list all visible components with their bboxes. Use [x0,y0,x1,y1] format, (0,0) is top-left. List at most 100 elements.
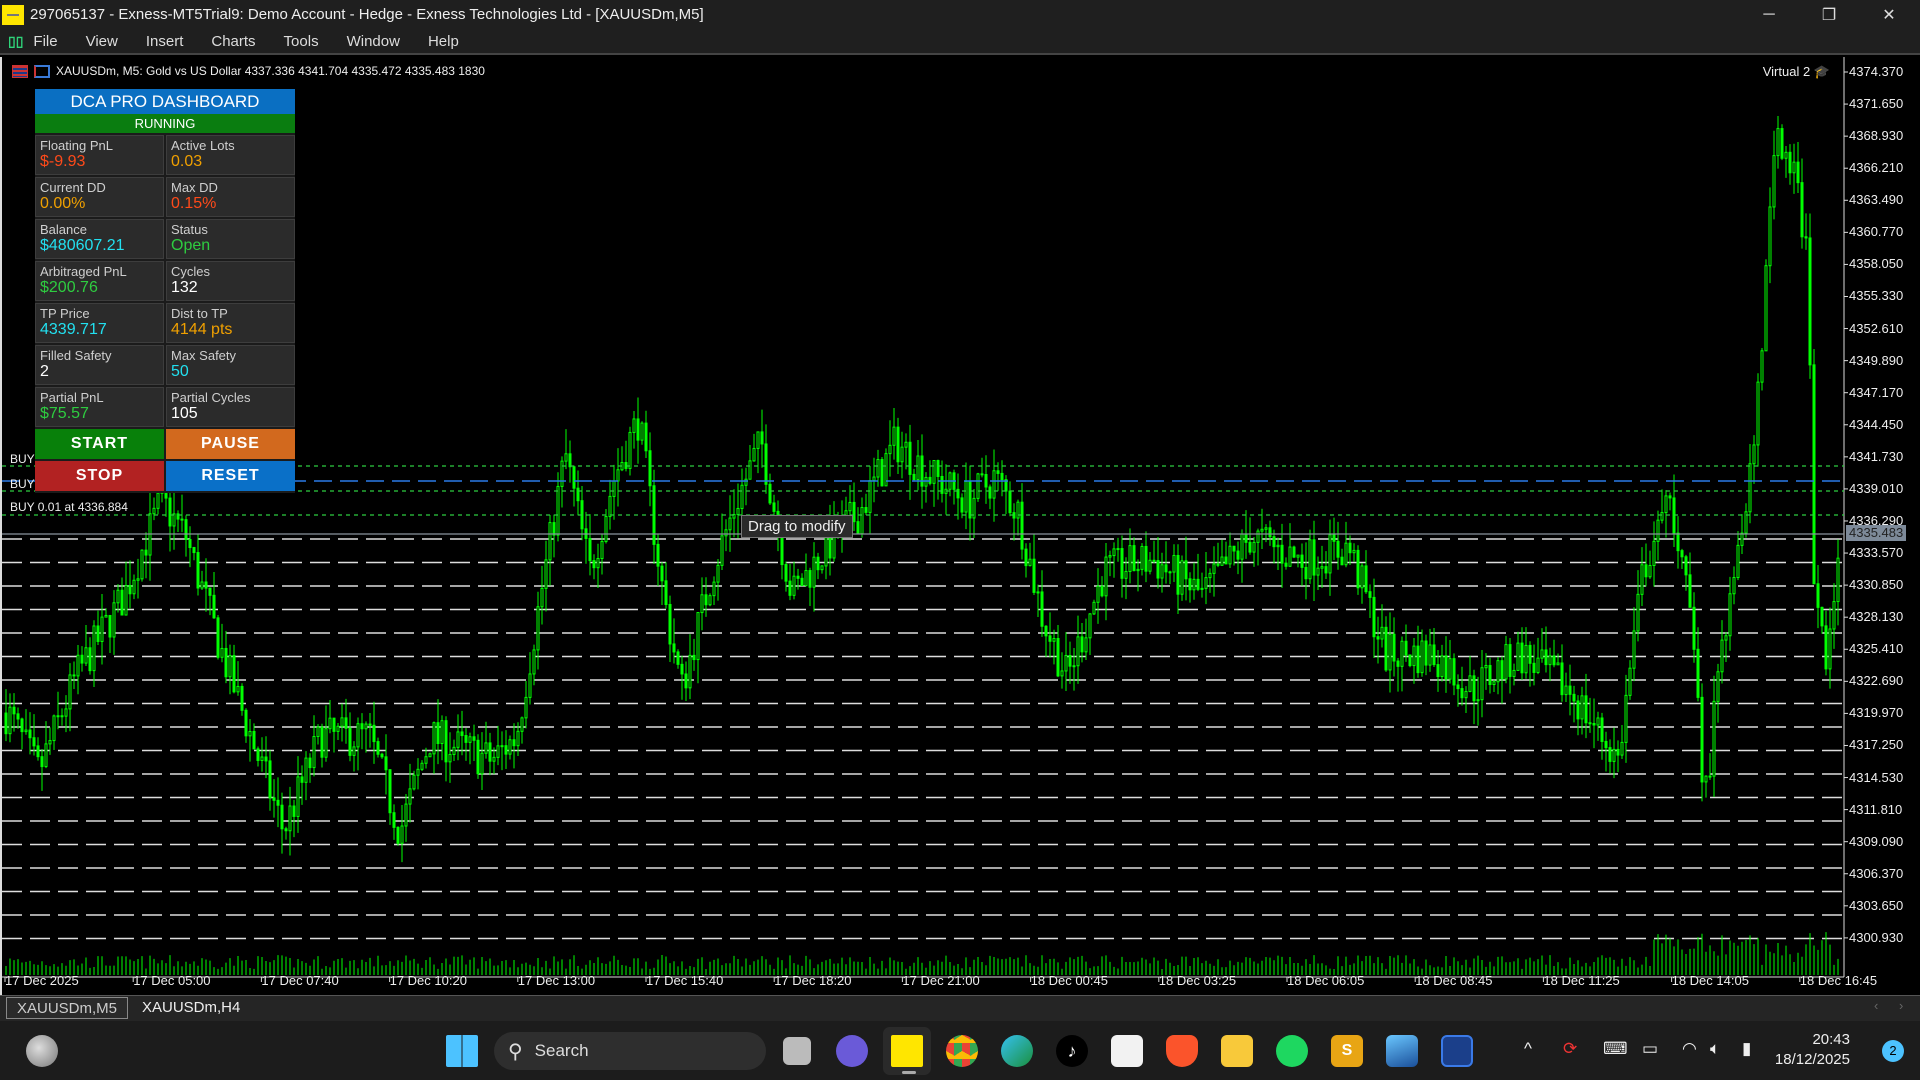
tab-xauusdm-h4[interactable]: XAUUSDm,H4 [132,997,250,1019]
candle-body [304,757,308,783]
chrome-icon[interactable] [946,1035,978,1067]
candle-body [1224,556,1228,565]
candle-body [40,756,44,768]
scroll-left-icon[interactable]: ‹ [1874,998,1878,1013]
candle-body [1808,237,1812,366]
candle-body [488,742,492,762]
candle-body [1676,532,1680,552]
candle-body [1528,644,1532,664]
file-explorer-icon[interactable] [1221,1035,1253,1067]
candle-body [1232,545,1236,552]
candle-body [1644,564,1648,578]
candle-body [1108,555,1112,558]
candle-body [768,483,772,504]
wifi-icon[interactable]: ◠ [1682,1039,1697,1059]
meet-icon[interactable] [836,1035,868,1067]
candle-body [684,673,688,689]
cell-value: $-9.93 [40,153,86,170]
volume-icon[interactable]: 🔈︎ [1710,1039,1720,1059]
order-label-buy[interactable]: BUY [10,477,35,491]
menu-charts[interactable]: Charts [211,33,255,50]
candle-body [736,507,740,515]
candle-body [432,722,436,755]
candle-body [244,709,248,737]
order-label-buy[interactable]: BUY [10,452,35,466]
candle-body [544,559,548,589]
notification-badge[interactable]: 2 [1882,1040,1904,1062]
candle-body [412,774,416,790]
candle-body [1160,564,1164,579]
order-label-buy-entry[interactable]: BUY 0.01 at 4336.884 [10,500,128,514]
candle-body [496,745,500,758]
candle-body [1788,151,1792,174]
menu-view[interactable]: View [86,33,118,50]
market-watch-icon[interactable] [12,64,28,78]
start-button[interactable]: START [35,429,164,459]
candle-body [468,736,472,743]
candle-body [1332,534,1336,542]
candle-body [1136,568,1140,572]
candle-body [880,459,884,487]
menu-tools[interactable]: Tools [284,33,319,50]
microsoft-store-icon[interactable] [1111,1035,1143,1067]
drag-tooltip: Drag to modify [741,515,853,538]
candle-body [136,578,140,581]
candle-body [1588,722,1592,725]
candle-body [1052,637,1056,642]
reset-button[interactable]: RESET [166,461,295,491]
sublime-text-icon[interactable]: S [1331,1035,1363,1067]
candle-body [168,497,172,527]
edge-icon[interactable] [1001,1035,1033,1067]
tab-xauusdm-m5[interactable]: XAUUSDm,M5 [6,997,129,1019]
windows-start-icon[interactable] [446,1035,478,1067]
dashboard-cell: Partial PnL $75.57 [35,387,164,427]
candle-body [1424,640,1428,666]
minimize-button[interactable]: ─ [1740,0,1798,29]
battery-icon[interactable]: ▮ [1742,1039,1751,1059]
candle-body [76,654,80,677]
task-view-icon[interactable] [783,1037,811,1065]
candle-body [1176,554,1180,595]
pause-button[interactable]: PAUSE [166,429,295,459]
candle-body [1448,658,1452,680]
candle-body [532,649,536,675]
brave-icon[interactable] [1166,1035,1198,1067]
candle-body [1400,640,1404,667]
dashboard-cell: Dist to TP 4144 pts [166,303,295,343]
candle-body [328,717,332,730]
stop-button[interactable]: STOP [35,461,164,491]
display-icon[interactable]: ▭ [1642,1039,1658,1059]
candle-body [1700,696,1704,783]
candle-body [428,753,432,758]
sync-icon[interactable]: ⟳ [1563,1039,1577,1059]
menu-window[interactable]: Window [347,33,400,50]
keyboard-icon[interactable]: ⌨ [1603,1039,1628,1059]
system-clock[interactable]: 20:43 18/12/2025 [1775,1030,1850,1070]
close-button[interactable]: ✕ [1860,0,1918,29]
scroll-right-icon[interactable]: › [1899,998,1903,1013]
exness-terminal-icon[interactable] [891,1035,923,1067]
tiktok-icon[interactable]: ♪ [1056,1035,1088,1067]
restore-button[interactable]: ❐ [1800,0,1858,29]
spotify-icon[interactable] [1276,1035,1308,1067]
time-axis-label: 17 Dec 13:00 [517,973,596,988]
show-hidden-icons-chevron[interactable]: ^ [1524,1039,1532,1059]
chip-app-icon[interactable] [1441,1035,1473,1067]
candle-body [1144,545,1148,572]
candle-body [1652,540,1656,567]
candle-body [64,708,68,717]
menu-file[interactable]: File [33,33,57,50]
price-chart[interactable]: XAUUSDm, M5: Gold vs US Dollar 4337.336 … [0,57,1920,995]
candle-body [1120,548,1124,579]
candle-body [668,603,672,645]
candle-body [1656,519,1660,542]
weather-icon[interactable] [26,1035,58,1067]
taskbar-search[interactable]: ⚲ Search [494,1032,766,1070]
menu-insert[interactable]: Insert [146,33,184,50]
candle-body [44,743,48,768]
photos-icon[interactable] [1386,1035,1418,1067]
price-axis-label: 4371.650 [1849,96,1904,112]
candle-body [360,723,364,730]
one-click-trading-icon[interactable] [34,64,50,78]
menu-help[interactable]: Help [428,33,459,50]
